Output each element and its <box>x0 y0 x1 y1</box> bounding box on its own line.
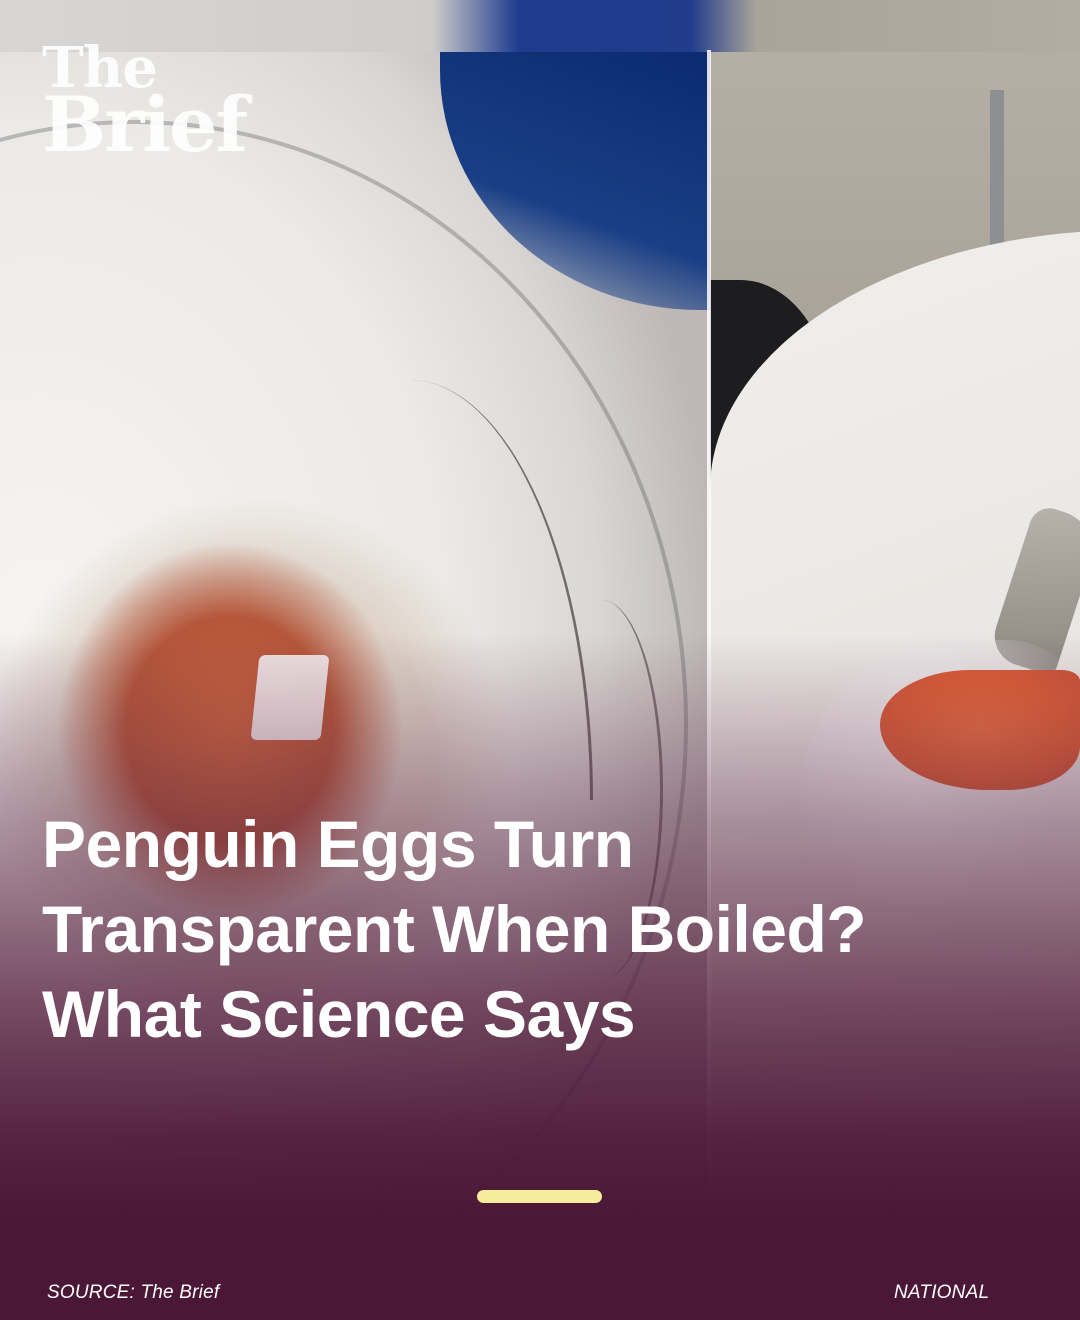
brand-logo: The Brief <box>42 40 248 170</box>
logo-word-brief: Brief <box>42 80 248 170</box>
headline-line-2: Transparent When Boiled? <box>42 892 867 966</box>
headline-line-3: What Science Says <box>42 977 636 1051</box>
source-label: SOURCE: The Brief <box>47 1282 220 1303</box>
story-card: The Brief Penguin Eggs Turn Transparent … <box>0 0 1080 1320</box>
category-label: NATIONAL <box>894 1282 990 1303</box>
gradient-overlay <box>0 0 1080 1320</box>
headline-line-1: Penguin Eggs Turn <box>42 807 634 881</box>
slide-indicator-bar <box>477 1190 602 1203</box>
headline: Penguin Eggs Turn Transparent When Boile… <box>42 802 902 1057</box>
